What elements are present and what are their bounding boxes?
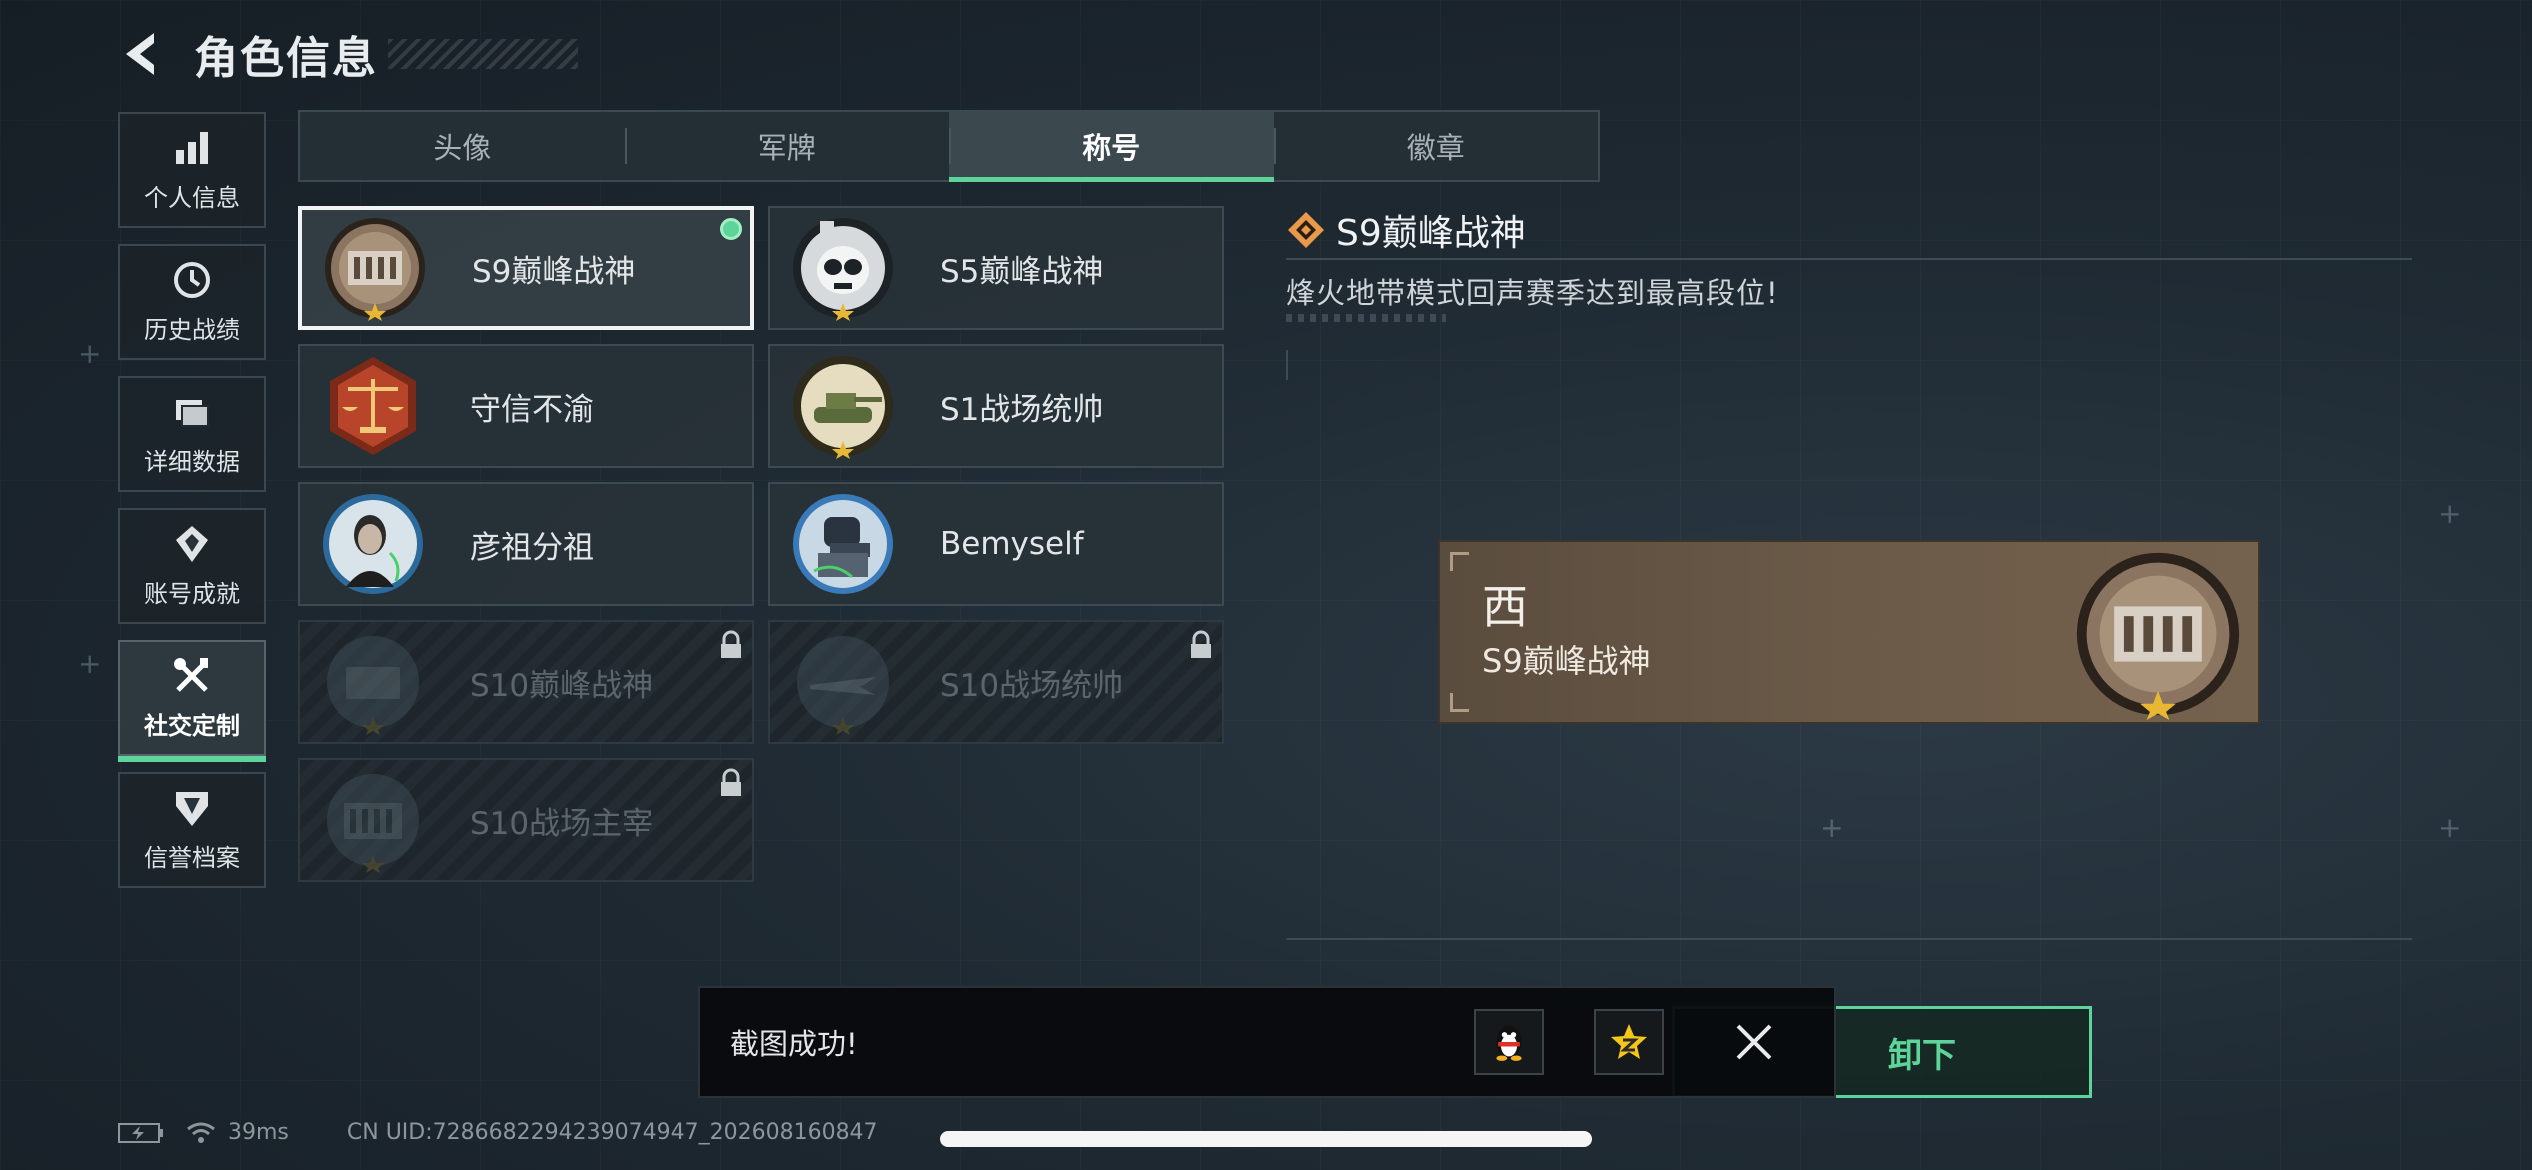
share-qq-button[interactable] — [1474, 1009, 1544, 1075]
portrait-medal-icon — [323, 494, 423, 594]
sidebar-item-history[interactable]: 历史战绩 — [118, 244, 266, 360]
page-title: 角色信息 — [194, 33, 378, 84]
decor-plus-icon: + — [2438, 497, 2462, 530]
sidebar-item-label: 个人信息 — [144, 183, 240, 212]
detail-header: S9巅峰战神 — [1286, 204, 1526, 256]
sidebar-item-details[interactable]: 详细数据 — [118, 376, 266, 492]
fortress-medal-icon — [2076, 552, 2240, 720]
title-card-label: 彦祖分祖 — [470, 529, 594, 566]
title-card-label: S10战场主宰 — [470, 805, 654, 842]
title-card-label: 守信不渝 — [470, 391, 594, 428]
page-header: 角色信息 — [118, 26, 578, 84]
soldier-medal-icon — [793, 494, 893, 594]
title-decoration — [388, 39, 578, 69]
back-arrow-icon[interactable] — [118, 29, 162, 79]
tab-title[interactable]: 称号 — [949, 112, 1274, 182]
battery-icon — [118, 1122, 163, 1143]
fortress-medal-icon — [327, 636, 419, 735]
title-card[interactable]: S9巅峰战神 — [298, 206, 754, 330]
divider — [1286, 258, 2412, 260]
title-card-label: S9巅峰战神 — [472, 253, 636, 290]
title-card-label: S10战场统帅 — [940, 667, 1124, 704]
skull-medal-icon — [793, 218, 893, 321]
sidebar-item-label: 详细数据 — [144, 447, 240, 476]
title-card-label: S5巅峰战神 — [940, 253, 1104, 290]
sidebar-item-profile[interactable]: 个人信息 — [118, 112, 266, 228]
lock-icon — [1191, 630, 1211, 658]
title-card-label: S10巅峰战神 — [470, 667, 654, 704]
title-card[interactable]: Bemyself — [768, 482, 1224, 606]
detail-description: 烽火地带模式回声赛季达到最高段位! — [1286, 276, 1779, 310]
tab-badge[interactable]: 徽章 — [1273, 112, 1599, 180]
decor-plus-icon: + — [2438, 811, 2462, 844]
jet-medal-icon — [797, 636, 889, 735]
title-card[interactable]: S1战场统帅 — [768, 344, 1224, 468]
sidebar-item-social[interactable]: 社交定制 — [118, 640, 266, 762]
lock-icon — [721, 768, 741, 796]
qzone-star-icon — [1611, 1024, 1647, 1059]
tab-dogtag[interactable]: 军牌 — [624, 112, 950, 180]
tools-icon — [174, 657, 208, 692]
folder-icon — [176, 399, 209, 427]
achievement-icon — [176, 525, 208, 562]
sidebar-item-reputation[interactable]: 信誉档案 — [118, 772, 266, 888]
close-icon[interactable] — [1724, 1012, 1784, 1072]
decor-plus-icon: + — [78, 337, 102, 370]
sidebar: 个人信息 历史战绩 详细数据 账号成就 社交定制 信誉档案 — [118, 112, 266, 904]
title-card-locked[interactable]: S10战场统帅 — [768, 620, 1224, 744]
tank-medal-icon — [793, 356, 893, 459]
title-card[interactable]: 彦祖分祖 — [298, 482, 754, 606]
sidebar-item-label: 账号成就 — [144, 579, 240, 608]
toast-message: 截图成功! — [730, 1027, 858, 1061]
screenshot-toast: 截图成功! — [698, 986, 1836, 1098]
title-card-locked[interactable]: S10战场主宰 — [298, 758, 754, 882]
sidebar-item-label: 社交定制 — [144, 711, 240, 740]
home-indicator[interactable] — [940, 1131, 1592, 1147]
equipped-indicator — [720, 218, 742, 240]
tab-avatar[interactable]: 头像 — [300, 112, 625, 180]
title-card-locked[interactable]: S10巅峰战神 — [298, 620, 754, 744]
colosseum-medal-icon — [327, 774, 419, 873]
diamond-icon — [1288, 212, 1324, 248]
title-preview-card: 西 S9巅峰战神 — [1438, 540, 2260, 724]
detail-decoration — [1286, 314, 1446, 322]
sidebar-item-label: 历史战绩 — [144, 315, 240, 344]
title-card[interactable]: 守信不渝 — [298, 344, 754, 468]
bar-chart-icon — [176, 131, 208, 164]
unequip-button-label: 卸下 — [1888, 1035, 1956, 1076]
title-card-label: S1战场统帅 — [940, 391, 1104, 428]
wifi-icon — [187, 1122, 215, 1143]
preview-title: S9巅峰战神 — [1482, 642, 1651, 681]
lock-icon — [721, 630, 741, 658]
title-card-label: Bemyself — [940, 526, 1084, 562]
player-uid: CN UID:7286682294239074947_202608160847 — [346, 1120, 878, 1145]
scales-medal-icon — [330, 357, 416, 455]
sidebar-item-achievements[interactable]: 账号成就 — [118, 508, 266, 624]
shield-icon — [176, 791, 208, 826]
detail-title: S9巅峰战神 — [1336, 213, 1526, 254]
preview-player-name: 西 — [1482, 579, 1528, 634]
status-footer: 39ms CN UID:7286682294239074947_20260816… — [118, 1120, 878, 1145]
qq-penguin-icon — [1496, 1025, 1522, 1061]
decor-plus-icon: + — [78, 647, 102, 680]
fortress-medal-icon — [325, 218, 425, 321]
clock-icon — [174, 261, 210, 298]
ping-value: 39ms — [228, 1120, 289, 1145]
title-card[interactable]: S5巅峰战神 — [768, 206, 1224, 330]
share-qzone-button[interactable] — [1594, 1009, 1664, 1075]
category-tabs: 头像 军牌 称号 徽章 — [298, 110, 1600, 182]
sidebar-item-label: 信誉档案 — [144, 843, 240, 872]
